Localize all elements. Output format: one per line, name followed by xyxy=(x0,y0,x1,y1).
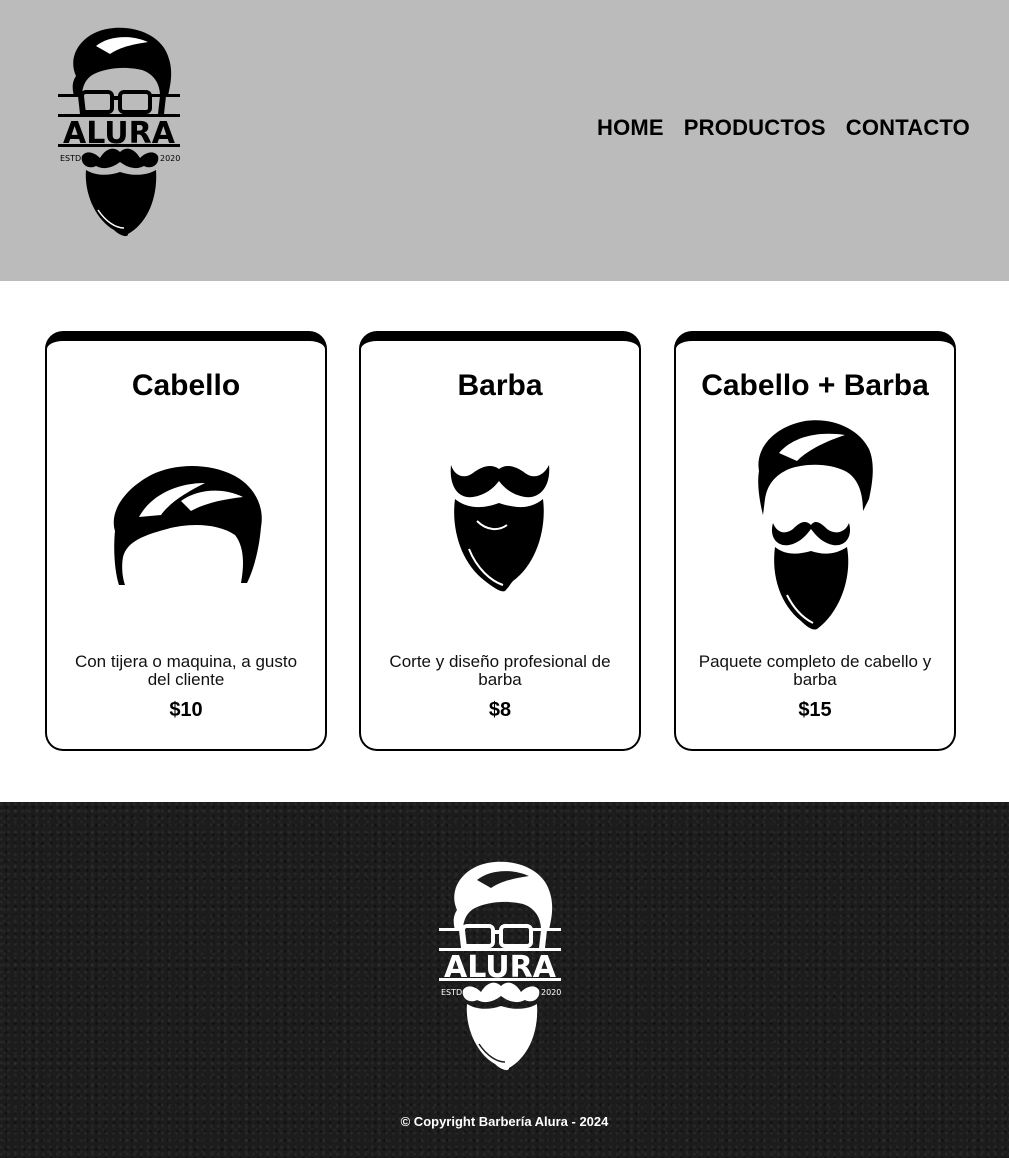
logo-wordmark: ALURA xyxy=(63,116,176,151)
alura-logo[interactable]: ALURA ESTD 2020 xyxy=(56,24,184,242)
copyright-text: © Copyright Barbería Alura - 2024 xyxy=(400,1114,609,1129)
svg-text:2020: 2020 xyxy=(160,154,180,163)
product-card-cabello-barba[interactable]: Cabello + Barba Paquete completo de cabe… xyxy=(674,331,956,751)
hair-icon xyxy=(47,461,325,586)
product-card-cabello[interactable]: Cabello Con tijera o maquina, a gusto de… xyxy=(45,331,327,751)
svg-text:2020: 2020 xyxy=(541,988,561,997)
nav-productos-link[interactable]: PRODUCTOS xyxy=(684,115,826,141)
svg-text:ESTD: ESTD xyxy=(441,988,462,997)
product-title: Cabello xyxy=(131,369,241,402)
products-section: Cabello Con tijera o maquina, a gusto de… xyxy=(0,281,1009,802)
beard-icon xyxy=(361,459,639,593)
site-header: ALURA ESTD 2020 HOME PRODUCTOS CONTACTO xyxy=(0,0,1009,281)
product-description: Corte y diseño profesional de barba xyxy=(389,652,611,689)
hair-and-beard-icon xyxy=(676,419,954,631)
product-card-barba[interactable]: Barba Corte y diseño profesional de barb… xyxy=(359,331,641,751)
logo-wordmark: ALURA xyxy=(444,950,557,985)
product-description: Con tijera o maquina, a gusto del client… xyxy=(74,652,298,689)
product-title: Cabello + Barba xyxy=(701,369,929,402)
svg-text:ESTD: ESTD xyxy=(60,154,81,163)
product-title: Barba xyxy=(457,369,543,402)
product-price: $10 xyxy=(169,699,203,721)
main-nav: HOME PRODUCTOS CONTACTO xyxy=(597,115,970,141)
alura-logo-footer: ALURA ESTD 2020 xyxy=(437,858,565,1076)
product-description: Paquete completo de cabello y barba xyxy=(698,652,932,689)
product-price: $15 xyxy=(798,699,832,721)
product-price: $8 xyxy=(488,699,512,721)
nav-home-link[interactable]: HOME xyxy=(597,115,664,141)
site-footer: ALURA ESTD 2020 © Copyright Barbería Alu… xyxy=(0,802,1009,1158)
nav-contacto-link[interactable]: CONTACTO xyxy=(846,115,970,141)
